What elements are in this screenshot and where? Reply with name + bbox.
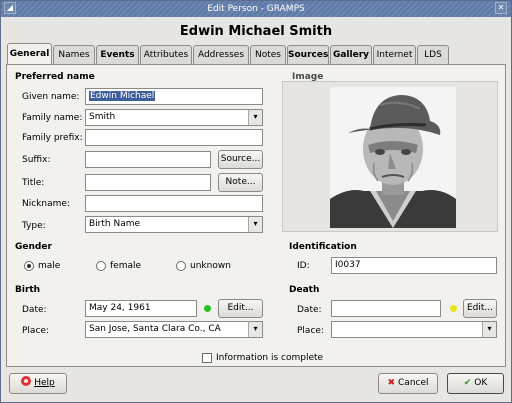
preferred-name-section-label: Preferred name [15,72,95,82]
given-name-value: Edwin Michael [89,91,156,101]
ok-button[interactable]: ✔ OK [447,373,504,394]
gender-male-label[interactable]: male [38,261,60,271]
tab-gallery[interactable]: Gallery [330,45,372,64]
birth-edit-button[interactable]: Edit... [218,299,263,318]
ok-button-label: OK [474,378,488,388]
given-name-label: Given name: [22,92,80,102]
id-label: ID: [297,261,310,271]
birth-date-value: May 24, 1961 [89,303,151,313]
help-lifebuoy-icon [21,376,32,386]
tab-notes[interactable]: Notes [250,45,286,64]
tab-attributes[interactable]: Attributes [140,45,192,64]
family-name-combo[interactable]: Smith ▾ [85,109,263,126]
birth-date-input[interactable]: May 24, 1961 [85,300,197,317]
tab-general[interactable]: General [7,43,52,65]
tab-addresses[interactable]: Addresses [193,45,249,64]
cancel-button-label: Cancel [398,378,429,388]
window-menu-icon[interactable]: ◢ [4,2,16,14]
cancel-button[interactable]: ✖ Cancel [378,373,438,394]
gender-female-label[interactable]: female [110,261,141,271]
person-photo[interactable] [330,87,456,228]
gender-female-radio[interactable] [96,261,106,271]
nickname-label: Nickname: [22,199,70,209]
chevron-down-icon[interactable]: ▾ [248,322,262,337]
death-edit-button[interactable]: Edit... [463,299,497,318]
birth-place-value: San Jose, Santa Clara Co., CA [89,324,221,334]
family-name-value: Smith [89,112,116,122]
source-button[interactable]: Source... [218,150,263,169]
family-prefix-label: Family prefix: [22,133,83,143]
person-portrait-image [330,87,456,228]
tab-sources[interactable]: Sources [287,45,329,64]
family-name-label: Family name: [22,113,83,123]
birth-place-label: Place: [22,326,49,336]
death-section-label: Death [289,285,320,295]
given-name-input[interactable]: Edwin Michael [85,88,263,105]
suffix-input[interactable] [85,151,211,168]
window-title: Edit Person - GRAMPS [207,4,305,14]
gender-unknown-label[interactable]: unknown [190,261,231,271]
note-button[interactable]: Note... [218,173,263,192]
tab-internet[interactable]: Internet [373,45,416,64]
help-button[interactable]: Help [9,373,67,394]
name-type-value: Birth Name [89,219,141,229]
id-value: I0037 [335,260,361,270]
gender-male-radio[interactable] [24,261,34,271]
tab-names[interactable]: Names [53,45,95,64]
tab-lds[interactable]: LDS [417,45,449,64]
death-place-label: Place: [297,326,324,336]
gender-section-label: Gender [15,242,52,252]
person-name-heading: Edwin Michael Smith [179,24,333,39]
nickname-input[interactable] [85,195,263,212]
chevron-down-icon[interactable]: ▾ [248,110,262,125]
death-date-input[interactable] [331,300,441,317]
death-place-combo[interactable]: ▾ [331,321,497,338]
identification-section-label: Identification [289,242,357,252]
title-label: Title: [22,178,45,188]
gender-unknown-radio[interactable] [176,261,186,271]
death-date-indicator-icon [450,305,457,312]
help-button-label: Help [34,378,55,388]
birth-place-combo[interactable]: San Jose, Santa Clara Co., CA ▾ [85,321,263,338]
information-complete-label[interactable]: Information is complete [216,353,323,363]
close-icon[interactable]: ✕ [495,2,507,14]
type-label: Type: [22,221,46,231]
birth-date-label: Date: [22,305,47,315]
information-complete-checkbox[interactable] [202,353,212,363]
title-input[interactable] [85,174,211,191]
chevron-down-icon[interactable]: ▾ [248,217,262,232]
birth-section-label: Birth [15,285,41,295]
chevron-down-icon[interactable]: ▾ [482,322,496,337]
suffix-label: Suffix: [22,155,51,165]
cancel-x-icon: ✖ [387,378,396,388]
ok-check-icon: ✔ [463,378,472,388]
family-prefix-input[interactable] [85,129,263,146]
death-date-label: Date: [297,305,322,315]
id-input[interactable]: I0037 [331,257,497,274]
name-type-combo[interactable]: Birth Name ▾ [85,216,263,233]
tab-events[interactable]: Events [96,45,139,64]
birth-date-valid-indicator-icon [204,305,211,312]
title-bar: Edit Person - GRAMPS [1,1,511,17]
